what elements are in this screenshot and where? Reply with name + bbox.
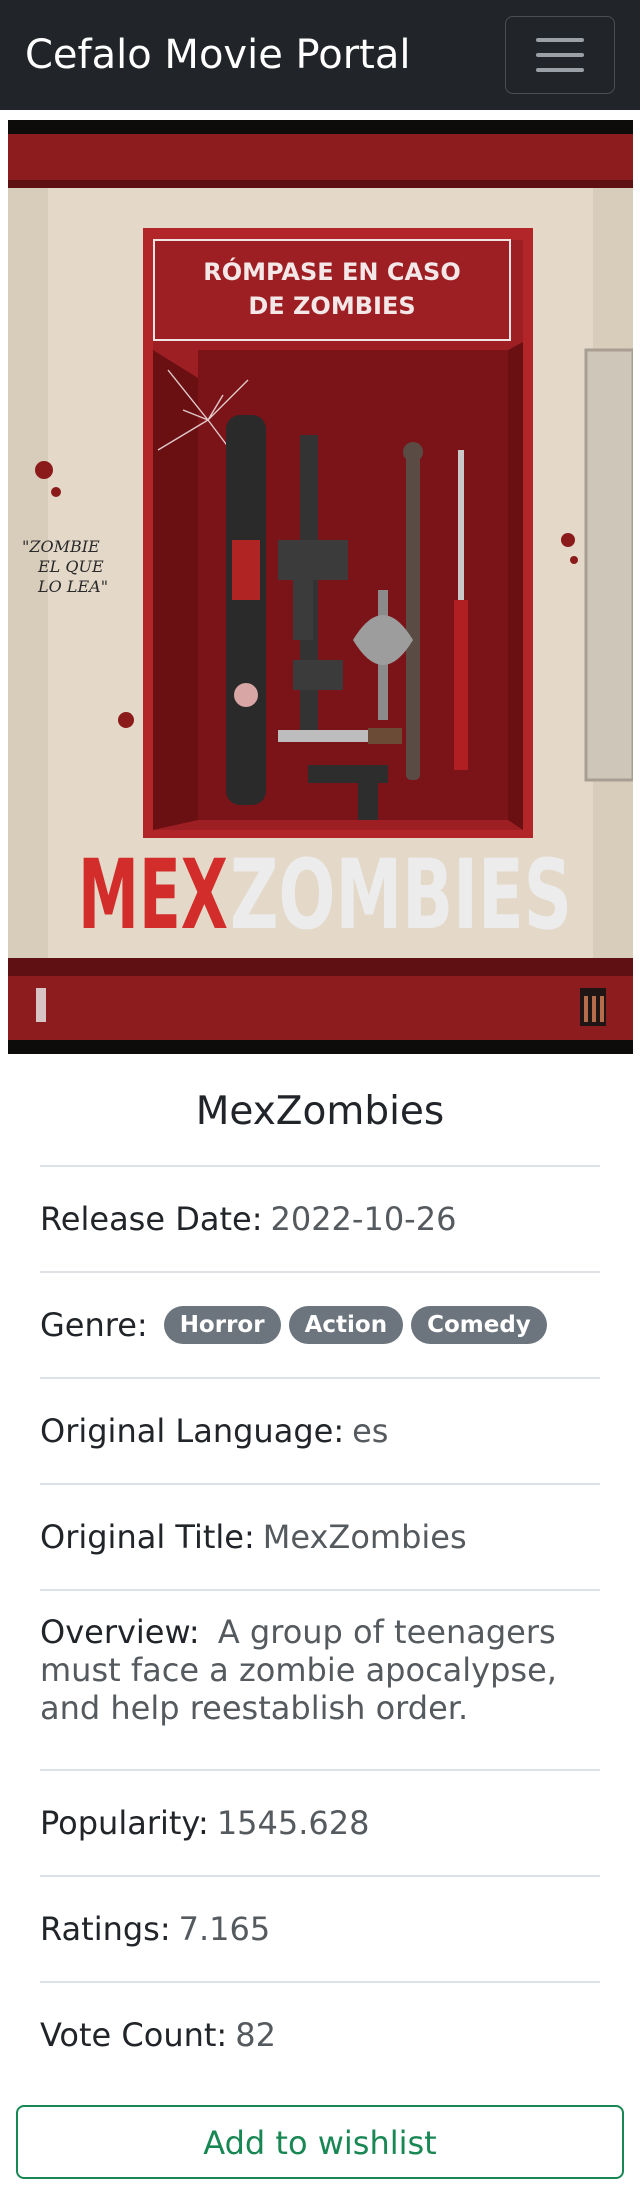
brand-title[interactable]: Cefalo Movie Portal (25, 32, 410, 78)
popularity-value: 1545.628 (216, 1804, 370, 1842)
svg-text:EL QUE: EL QUE (37, 557, 104, 576)
movie-poster: "ZOMBIE EL QUE LO LEA" RÓMPASE EN CASO D… (8, 120, 633, 1054)
hamburger-menu-icon (536, 38, 584, 42)
add-to-wishlist-button[interactable]: Add to wishlist (16, 2105, 624, 2179)
movie-title: MexZombies (195, 1089, 445, 1134)
vote-count-value: 82 (235, 2016, 276, 2054)
release-date-row: Release Date: 2022-10-26 (40, 1165, 600, 1271)
popularity-row: Popularity: 1545.628 (40, 1769, 600, 1875)
hamburger-menu-icon (536, 68, 584, 72)
vote-count-label: Vote Count: (40, 2016, 228, 2054)
ratings-row: Ratings: 7.165 (40, 1875, 600, 1981)
original-title-row: Original Title: MexZombies (40, 1483, 600, 1589)
genre-badge: Action (288, 1306, 404, 1344)
release-date-label: Release Date: (40, 1200, 263, 1238)
release-date-value: 2022-10-26 (270, 1200, 457, 1238)
hamburger-menu-icon (536, 53, 584, 57)
graffiti-text: "ZOMBIE (22, 537, 100, 556)
case-sign-line1: RÓMPASE EN CASO (203, 256, 460, 286)
genre-row: Genre: Horror Action Comedy (40, 1271, 600, 1377)
poster-title-part2: ZOMBIES (230, 839, 572, 951)
overview-label: Overview: (40, 1613, 200, 1651)
case-sign-line2: DE ZOMBIES (248, 292, 415, 320)
original-language-label: Original Language: (40, 1412, 345, 1450)
svg-text:LO LEA": LO LEA" (37, 577, 108, 596)
vote-count-row: Vote Count: 82 (40, 1981, 600, 2087)
original-title-label: Original Title: (40, 1518, 255, 1556)
original-language-row: Original Language: es (40, 1377, 600, 1483)
original-title-value: MexZombies (262, 1518, 467, 1556)
genre-badge: Horror (163, 1306, 281, 1344)
overview-row: Overview: A group of teenagers must face… (40, 1589, 600, 1769)
menu-toggle-button[interactable] (505, 16, 615, 94)
genre-badge: Comedy (411, 1306, 547, 1344)
ratings-label: Ratings: (40, 1910, 171, 1948)
navbar: Cefalo Movie Portal (0, 0, 640, 110)
popularity-label: Popularity: (40, 1804, 209, 1842)
original-language-value: es (352, 1412, 389, 1450)
ratings-value: 7.165 (178, 1910, 271, 1948)
poster-title-part1: MEX (78, 839, 228, 951)
movie-details-list: Release Date: 2022-10-26 Genre: Horror A… (40, 1165, 600, 2087)
genre-label: Genre: (40, 1306, 148, 1344)
